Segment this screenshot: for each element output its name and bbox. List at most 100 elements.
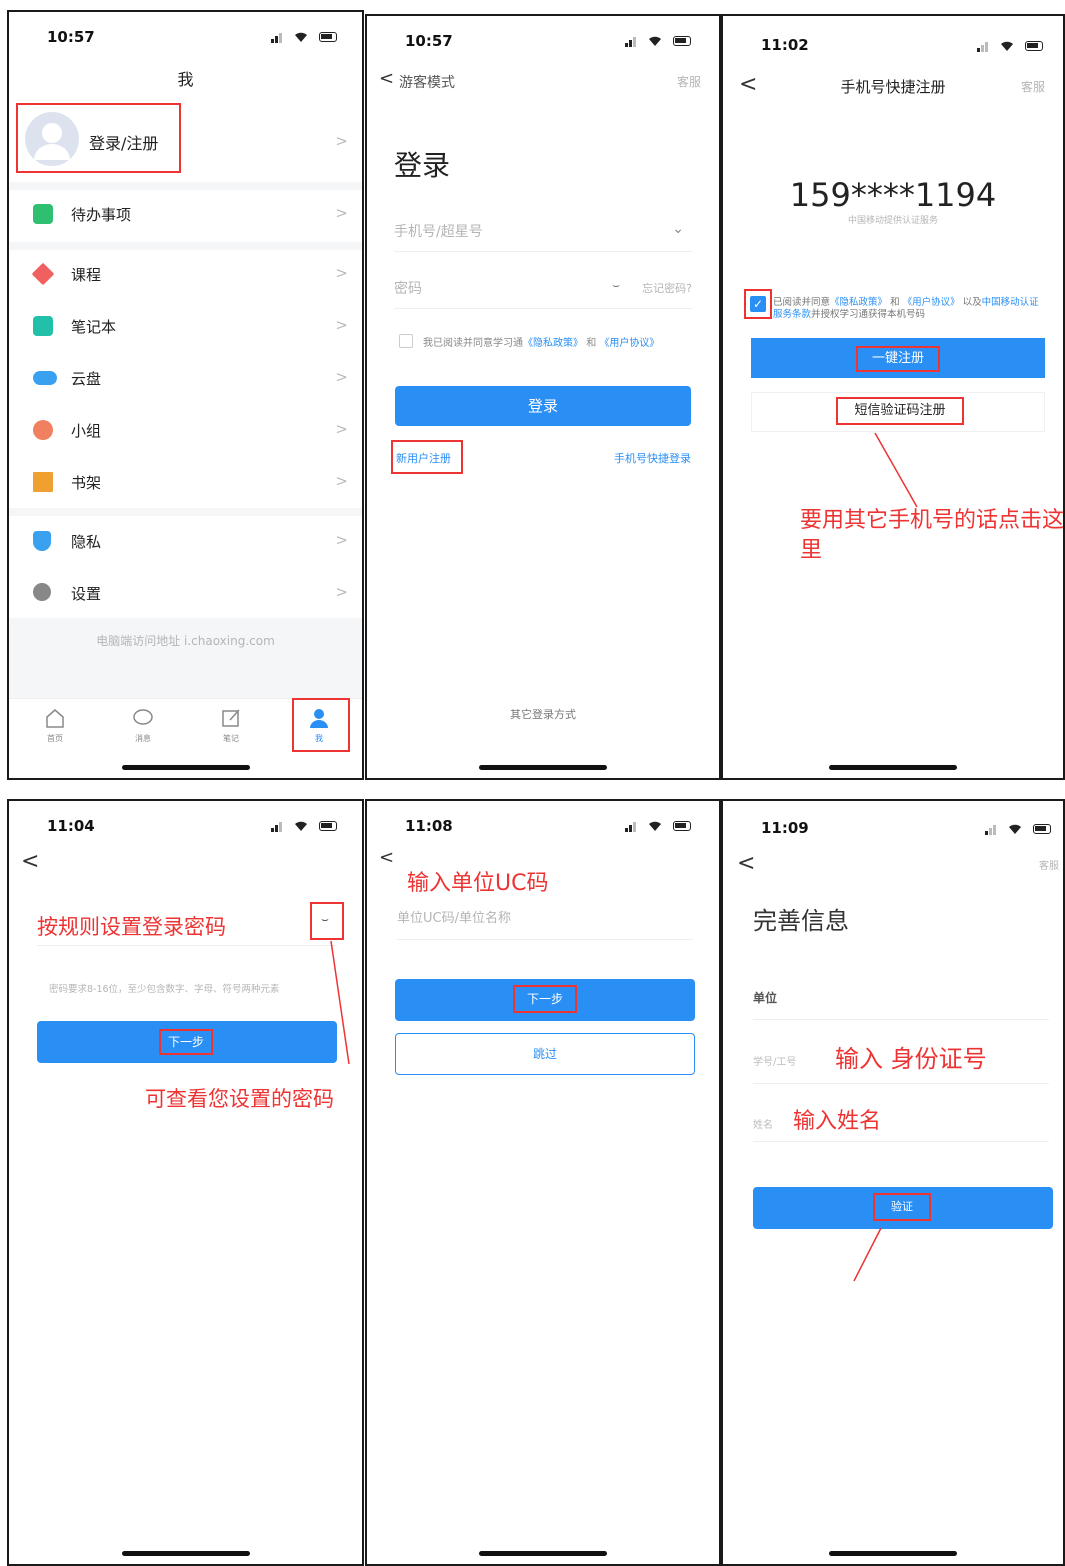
web-address-note: 电脑端访问地址 i.chaoxing.com: [96, 634, 275, 648]
quick-register-screen: 11:02 < 手机号快捷注册 客服 159****1194 中国移动提供认证服…: [721, 14, 1065, 780]
privacy-icon: [33, 531, 51, 551]
service-link[interactable]: 客服: [677, 73, 701, 90]
status-icons: [625, 35, 695, 47]
menu-label: 云盘: [71, 370, 102, 388]
skip-button[interactable]: 跳过: [395, 1033, 695, 1075]
forgot-password-link[interactable]: 忘记密码?: [642, 280, 692, 296]
cloud-icon: [33, 371, 57, 385]
privacy-link[interactable]: 《隐私政策》: [830, 297, 887, 308]
status-time: 11:02: [761, 36, 809, 54]
menu-item-cloud[interactable]: 云盘 >: [9, 354, 362, 402]
wifi-icon: [1009, 824, 1021, 834]
provider-note: 中国移动提供认证服务: [847, 216, 938, 226]
menu-item-course[interactable]: 课程 >: [9, 250, 362, 298]
quick-login-link[interactable]: 手机号快捷登录: [614, 450, 691, 466]
agreement-link[interactable]: 《用户协议》: [599, 338, 659, 349]
chevron-right-icon: >: [335, 132, 348, 150]
wifi-icon: [1001, 41, 1013, 51]
back-icon[interactable]: <: [737, 853, 755, 875]
name-field-annotation[interactable]: 输入姓名: [793, 1103, 881, 1135]
tab-home[interactable]: 首页: [37, 707, 73, 744]
service-link[interactable]: 客服: [1021, 78, 1045, 95]
battery-icon: [1025, 41, 1043, 51]
menu-item-privacy[interactable]: 隐私 >: [9, 517, 362, 565]
status-time: 10:57: [47, 28, 95, 46]
chevron-right-icon: >: [335, 368, 348, 386]
agree-text: 并授权学习通获得本机号码: [811, 309, 926, 320]
next-button[interactable]: 下一步: [395, 979, 695, 1021]
home-indicator: [121, 765, 250, 770]
service-link[interactable]: 客服: [1039, 857, 1059, 872]
chevron-right-icon: >: [335, 316, 348, 334]
agree-text: 以及: [962, 297, 982, 308]
status-time: 11:09: [761, 819, 809, 837]
home-indicator: [829, 1551, 957, 1556]
chevron-right-icon: >: [335, 204, 348, 222]
tab-message[interactable]: 消息: [125, 707, 161, 744]
settings-icon: [33, 583, 51, 601]
verify-button[interactable]: 验证: [753, 1187, 1053, 1229]
back-icon[interactable]: <: [21, 851, 39, 873]
id-field-annotation[interactable]: 输入 身份证号: [835, 1039, 987, 1074]
agreement-text: 已阅读并同意《隐私政策》 和 《用户协议》 以及中国移动认证服务条款并授权学习通…: [773, 297, 1043, 321]
agreement-link[interactable]: 《用户协议》: [903, 297, 960, 308]
eye-closed-icon[interactable]: ⌣: [612, 278, 620, 293]
wifi-icon: [649, 821, 661, 831]
password-visibility-toggle[interactable]: ⌣: [310, 902, 344, 940]
login-button[interactable]: 登录: [395, 386, 691, 426]
home-indicator: [479, 765, 607, 770]
wifi-icon: [295, 821, 307, 831]
home-indicator: [121, 1551, 250, 1556]
group-icon: [33, 420, 53, 440]
tab-label: 消息: [135, 734, 151, 743]
menu-item-settings[interactable]: 设置 >: [9, 569, 362, 617]
status-icons: [985, 823, 1055, 835]
annotation-arrow: [874, 432, 918, 508]
home-indicator: [829, 765, 957, 770]
guest-mode-link[interactable]: 游客模式: [399, 72, 455, 92]
agree-text: 已阅读并同意: [773, 297, 831, 308]
highlight-box: [391, 440, 463, 474]
annotation-text: 可查看您设置的密码: [145, 1087, 334, 1111]
tab-label: 首页: [47, 734, 63, 743]
status-icons: [271, 820, 341, 832]
annotation-text: 要用其它手机号的话点击这里: [800, 508, 1065, 563]
status-time: 11:04: [47, 817, 95, 835]
agreement-text: 我已阅读并同意学习通《隐私政策》 和 《用户协议》: [423, 334, 659, 349]
menu-item-notebook[interactable]: 笔记本 >: [9, 302, 362, 350]
page-title: 完善信息: [753, 907, 849, 935]
status-time: 11:08: [405, 817, 453, 835]
menu-label: 小组: [71, 422, 102, 440]
menu-label: 笔记本: [71, 318, 117, 336]
highlight-box: [16, 103, 181, 173]
set-password-screen: 11:04 < 按规则设置登录密码 ⌣ 密码要求8-16位，至少包含数字、字母、…: [7, 799, 364, 1566]
uc-code-input[interactable]: 单位UC码/单位名称: [397, 907, 511, 926]
chevron-down-icon[interactable]: ⌄: [672, 221, 684, 237]
back-icon[interactable]: <: [379, 849, 394, 867]
back-icon[interactable]: <: [379, 70, 394, 88]
chevron-right-icon: >: [335, 583, 348, 601]
todo-icon: [33, 204, 53, 224]
chevron-right-icon: >: [335, 420, 348, 438]
login-screen: 10:57 < 游客模式 客服 登录 手机号/超星号 ⌄ 密码 ⌣ 忘记密码? …: [365, 14, 721, 780]
password-input[interactable]: 密码 ⌣ 忘记密码?: [394, 278, 692, 306]
one-click-register-label: 一键注册: [856, 346, 940, 372]
sms-register-button[interactable]: 短信验证码注册: [751, 392, 1045, 432]
status-icons: [625, 820, 695, 832]
menu-item-group[interactable]: 小组 >: [9, 406, 362, 454]
status-time: 10:57: [405, 32, 453, 50]
privacy-link[interactable]: 《隐私政策》: [523, 338, 583, 349]
agree-checkbox[interactable]: [399, 334, 413, 348]
menu-item-bookshelf[interactable]: 书架 >: [9, 458, 362, 506]
other-login-link[interactable]: 其它登录方式: [367, 706, 719, 722]
one-click-register-button[interactable]: 一键注册: [751, 338, 1045, 378]
menu-label: 设置: [71, 585, 102, 603]
page-title: 我: [177, 70, 194, 89]
complete-info-screen: 11:09 < 客服 完善信息 单位 学号/工号 输入 身份证号 姓名 输入姓名…: [721, 799, 1065, 1566]
chevron-right-icon: >: [335, 531, 348, 549]
next-button[interactable]: 下一步: [37, 1021, 337, 1063]
battery-icon: [1033, 824, 1051, 834]
menu-item-todo[interactable]: 待办事项 >: [9, 190, 362, 238]
phone-input[interactable]: 手机号/超星号 ⌄: [394, 221, 692, 249]
tab-note[interactable]: 笔记: [213, 707, 249, 744]
